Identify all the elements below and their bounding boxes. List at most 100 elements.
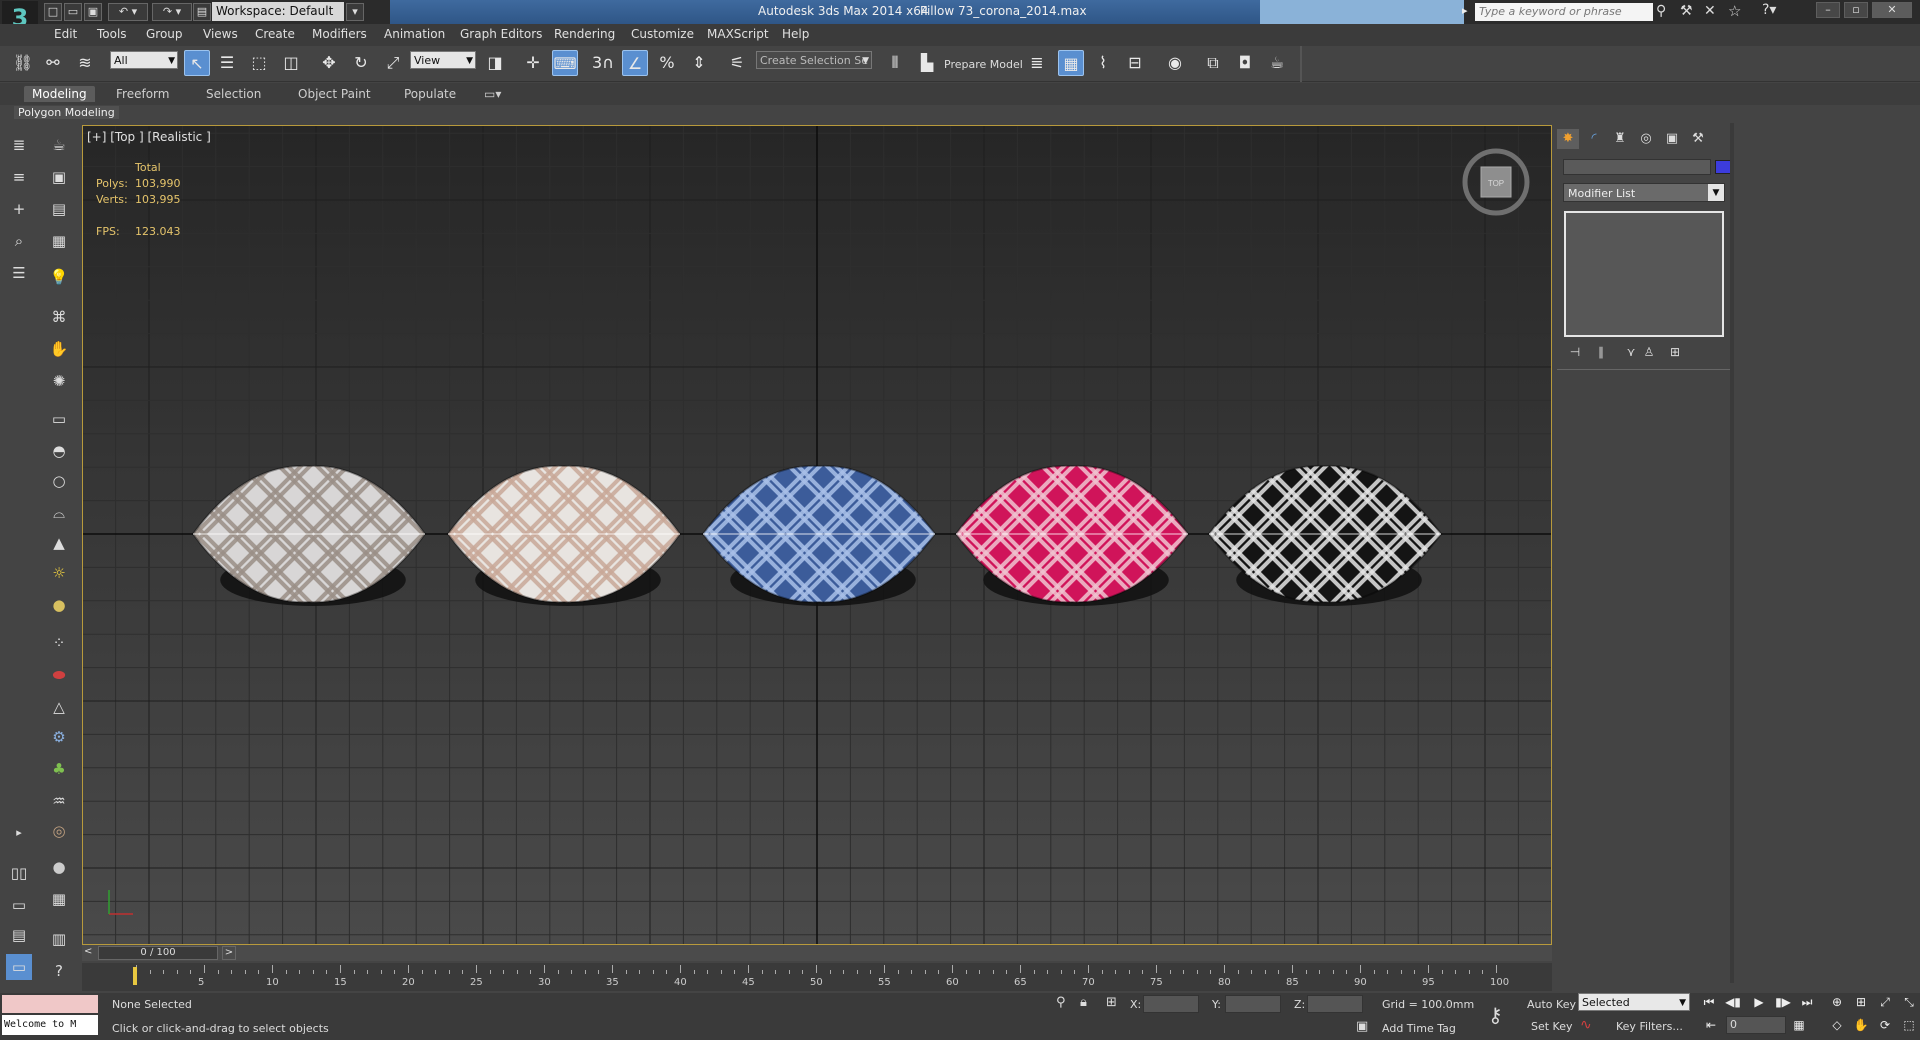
object-color-swatch[interactable] [1715, 160, 1731, 174]
menu-customize[interactable]: Customize [631, 27, 694, 41]
angle-snap-icon[interactable]: ∠ [622, 50, 648, 76]
key-mode-toggle-icon[interactable]: ⇤ [1700, 1016, 1722, 1034]
rotate-icon[interactable]: ↻ [348, 50, 374, 76]
menu-maxscript[interactable]: MAXScript [707, 27, 769, 41]
geosphere-icon[interactable]: ● [46, 592, 72, 618]
zoom-all-icon[interactable]: ⊞ [1850, 993, 1872, 1011]
tab-freeform[interactable]: Freeform [108, 86, 177, 102]
menu-create[interactable]: Create [255, 27, 295, 41]
properties-icon[interactable]: ▥ [46, 926, 72, 952]
maximize-viewport-icon[interactable]: ⬚ [1898, 1016, 1920, 1034]
edit-named-selection-icon[interactable]: ⚟ [724, 50, 750, 76]
maxscript-listener-input[interactable] [2, 995, 98, 1013]
current-frame-field[interactable]: 0 [1726, 1016, 1786, 1034]
rectangular-selection-icon[interactable]: ⬚ [246, 50, 272, 76]
go-to-end-icon[interactable]: ⏭ [1796, 993, 1818, 1011]
open-file-icon[interactable]: ▭ [64, 3, 82, 21]
utilities-tab-icon[interactable]: ⚒ [1687, 129, 1709, 149]
time-configuration-icon[interactable]: ▦ [1788, 1016, 1810, 1034]
gear-icon[interactable]: ⚙ [46, 724, 72, 750]
modify-tab-icon[interactable]: ◜ [1583, 129, 1605, 149]
list-view-icon[interactable]: ☰ [6, 260, 32, 286]
viewport-label-menu[interactable]: [+] [Top ] [Realistic ] [87, 130, 211, 144]
render-setup-icon[interactable]: ⧉ [1200, 50, 1226, 76]
remove-modifier-icon[interactable]: ♙ [1639, 345, 1659, 363]
snaps-toggle-icon[interactable]: 3∩ [590, 50, 616, 76]
motion-tab-icon[interactable]: ◎ [1635, 129, 1657, 149]
menu-views[interactable]: Views [203, 27, 238, 41]
zoom-extents-all-icon[interactable]: ⤡ [1898, 993, 1920, 1011]
isolate-selection-icon[interactable]: ⚲ [1056, 995, 1066, 1010]
go-to-start-icon[interactable]: ⏮ [1698, 993, 1720, 1011]
camera-icon[interactable]: ⌘ [46, 304, 72, 330]
curve-editor-icon[interactable]: ⌇ [1090, 50, 1116, 76]
layer-manager-icon[interactable]: ≣ [1024, 50, 1050, 76]
configure-modifier-sets-icon[interactable]: ⊞ [1665, 345, 1685, 363]
select-filter-icon[interactable]: ⌕ [6, 228, 32, 254]
hair-icon[interactable]: ♒ [46, 788, 72, 814]
cone-icon[interactable]: ▲ [46, 530, 72, 556]
time-slider[interactable]: < 0 / 100 > [82, 945, 1552, 961]
viewport-layout-3-icon[interactable]: ▤ [6, 922, 32, 948]
menu-rendering[interactable]: Rendering [554, 27, 615, 41]
field-of-view-icon[interactable]: ◇ [1826, 1016, 1848, 1034]
y-coordinate-field[interactable] [1225, 995, 1281, 1013]
rendered-frame-window-icon[interactable]: ◘ [1232, 50, 1258, 76]
scene-explorer-icon[interactable]: ≣ [6, 132, 32, 158]
named-selection-dropdown[interactable]: Create Selection Se ▼ [756, 51, 872, 69]
spinner-snap-icon[interactable]: ⇕ [686, 50, 712, 76]
pan-view-icon[interactable]: ✋ [1850, 1016, 1872, 1034]
new-file-icon[interactable]: □ [44, 3, 62, 21]
help-icon[interactable]: ?▾ [1762, 2, 1776, 18]
hand-icon[interactable]: ✋ [46, 336, 72, 362]
show-end-result-icon[interactable]: ∥ [1591, 345, 1611, 363]
expand-panel-icon[interactable]: ▸ [6, 820, 32, 846]
x-coordinate-field[interactable] [1143, 995, 1199, 1013]
zoom-icon[interactable]: ⊕ [1826, 993, 1848, 1011]
favorites-star-icon[interactable]: ☆ [1728, 2, 1741, 20]
menu-tools[interactable]: Tools [97, 27, 127, 41]
menu-modifiers[interactable]: Modifiers [312, 27, 367, 41]
keyboard-shortcut-override-icon[interactable]: ⌨ [552, 50, 578, 76]
time-tag-icon[interactable]: ▣ [1356, 1019, 1368, 1034]
select-and-link-icon[interactable]: ⛓ [10, 50, 36, 76]
hierarchy-tab-icon[interactable]: ♜ [1609, 129, 1631, 149]
material-sphere-icon[interactable]: ● [46, 854, 72, 880]
redo-icon[interactable]: ↷ ▾ [152, 3, 192, 21]
next-frame-icon[interactable]: ▮▶ [1772, 993, 1794, 1011]
schematic-view-icon[interactable]: ⊟ [1122, 50, 1148, 76]
reference-coordinate-dropdown[interactable]: View ▼ [410, 51, 476, 69]
communication-icon[interactable]: ✕ [1704, 3, 1716, 19]
panel-scroll-edge[interactable] [1730, 123, 1734, 983]
pin-stack-icon[interactable]: ⊣ [1565, 345, 1585, 363]
time-slider-next-icon[interactable]: > [222, 946, 236, 960]
minimize-button[interactable]: – [1816, 2, 1840, 18]
tab-selection[interactable]: Selection [198, 86, 269, 102]
menu-graph-editors[interactable]: Graph Editors [460, 27, 542, 41]
maxscript-welcome-field[interactable]: Welcome to M [2, 1015, 98, 1035]
ribbon-options-icon[interactable]: ▭▾ [476, 86, 509, 102]
cylinder-icon[interactable]: ⬬ [46, 662, 72, 688]
mirror-icon[interactable]: ⫴ [882, 50, 908, 76]
select-by-name-icon[interactable]: ☰ [214, 50, 240, 76]
add-time-tag-button[interactable]: Add Time Tag [1382, 1022, 1456, 1035]
set-key-button[interactable]: Set Key [1531, 1020, 1573, 1033]
make-unique-icon[interactable]: ⋎ [1621, 345, 1641, 363]
tab-object-paint[interactable]: Object Paint [290, 86, 379, 102]
subscription-icon[interactable]: ⚒ [1680, 3, 1693, 19]
render-teapot-icon[interactable]: ☕ [1264, 50, 1290, 76]
grid-table-icon[interactable]: ▦ [46, 886, 72, 912]
tube-icon[interactable]: ⌓ [46, 500, 72, 526]
time-slider-thumb[interactable]: 0 / 100 [98, 946, 218, 960]
unlink-icon[interactable]: ⚯ [40, 50, 66, 76]
align-icon[interactable]: ▙ [914, 50, 940, 76]
viewport-layout-1-icon[interactable]: ▯▯ [6, 860, 32, 886]
time-cursor[interactable] [133, 967, 137, 985]
tab-modeling[interactable]: Modeling [24, 86, 95, 102]
menu-animation[interactable]: Animation [384, 27, 445, 41]
key-selection-dropdown[interactable]: Selected ▼ [1578, 993, 1690, 1011]
foliage-icon[interactable]: ♣ [46, 756, 72, 782]
percent-snap-icon[interactable]: % [654, 50, 680, 76]
key-filters-button[interactable]: Key Filters... [1616, 1020, 1683, 1033]
undo-icon[interactable]: ↶ ▾ [108, 3, 148, 21]
